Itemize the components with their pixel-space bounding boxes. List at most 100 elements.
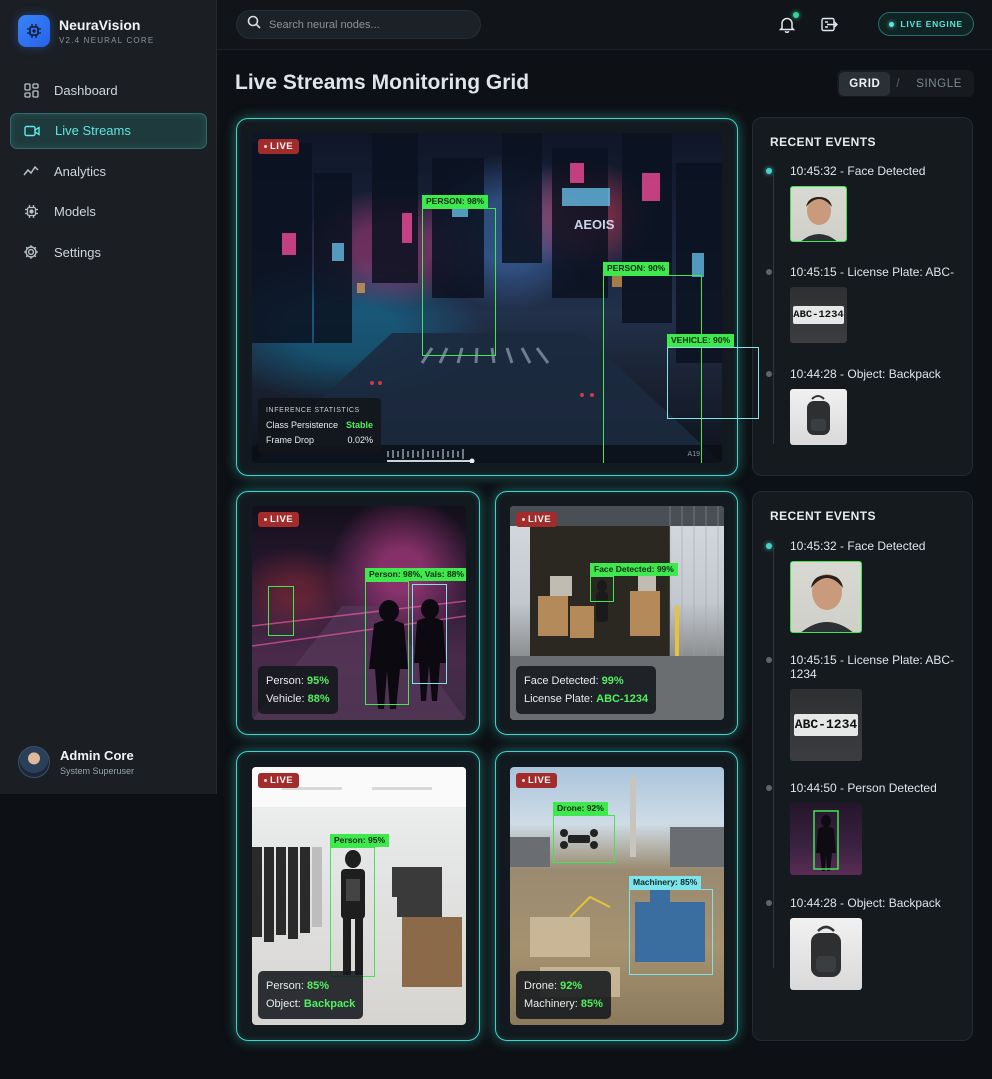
- stream-card-industrial[interactable]: LIVE Drone: 92% Machinery: 85% Drone: 92…: [495, 751, 738, 1041]
- stream-card-main[interactable]: AEOIS LIVE PERSON: 98% PERSON: 90% INFER…: [236, 118, 759, 476]
- event-text: 10:45:32 - Face Detected: [790, 164, 926, 178]
- stream-stats-overlay: Face Detected: 99% License Plate: ABC-12…: [516, 666, 657, 714]
- event-text: 10:44:28 - Object: Backpack: [790, 896, 941, 910]
- timeline-dot: [766, 543, 772, 549]
- sidebar-item-label: Dashboard: [54, 82, 118, 98]
- live-engine-button[interactable]: LIVE ENGINE: [878, 12, 974, 36]
- stat-value: ABC-1234: [596, 693, 649, 705]
- detection-box[interactable]: VEHICLE: 90%: [667, 334, 759, 419]
- stream-feed-industrial: LIVE Drone: 92% Machinery: 85% Drone: 92…: [510, 767, 724, 1025]
- live-badge-label: LIVE: [270, 141, 294, 152]
- license-plate-thumbnail[interactable]: ABC-1234: [790, 287, 847, 343]
- sidebar-item-settings[interactable]: Settings: [10, 234, 207, 270]
- video-icon: [23, 122, 41, 140]
- live-badge-label: LIVE: [528, 775, 552, 786]
- event-item[interactable]: 10:44:28 - Object: Backpack: [766, 896, 960, 990]
- event-text: 10:44:28 - Object: Backpack: [790, 367, 941, 381]
- brand[interactable]: NeuraVision V2.4 NEURAL CORE: [18, 15, 154, 47]
- detection-box[interactable]: Machinery: 85%: [629, 876, 713, 975]
- stream-card-retail[interactable]: LIVE Person: 95% Person: 85% Object: Bac…: [236, 751, 480, 1041]
- exit-feed-icon[interactable]: [819, 14, 839, 34]
- inference-statistics-panel: INFERENCE STATISTICS Class Persistence St…: [258, 398, 381, 453]
- detection-label: VEHICLE: 90%: [667, 334, 735, 347]
- detection-box[interactable]: Drone: 92%: [553, 802, 615, 863]
- live-badge-label: LIVE: [528, 514, 552, 525]
- stat-value: 92%: [560, 980, 583, 992]
- event-item[interactable]: 10:45:32 - Face Detected: [766, 539, 960, 633]
- user-profile[interactable]: Admin Core System Superuser: [18, 746, 134, 778]
- live-dot-icon: [264, 518, 267, 521]
- detection-box[interactable]: PERSON: 98%: [422, 195, 496, 356]
- stat-value: 85%: [580, 998, 603, 1010]
- live-badge: LIVE: [516, 773, 558, 788]
- sidebar-nav: Dashboard Live Streams Analytics Models …: [10, 72, 207, 275]
- event-text: 10:45:15 - License Plate: ABC-: [790, 265, 955, 279]
- sidebar-item-label: Analytics: [54, 163, 107, 179]
- event-item[interactable]: 10:45:15 - License Plate: ABC- ABC-1234: [766, 265, 960, 343]
- live-engine-label: LIVE ENGINE: [900, 19, 963, 29]
- sidebar-item-label: Live Streams: [55, 123, 131, 138]
- sidebar-item-dashboard[interactable]: Dashboard: [10, 72, 207, 108]
- live-badge-label: LIVE: [270, 514, 294, 525]
- avatar: [18, 746, 50, 778]
- live-badge: LIVE: [258, 512, 300, 527]
- notification-dot: [793, 12, 799, 18]
- face-illustration: [801, 574, 853, 632]
- backpack-thumbnail[interactable]: [790, 389, 847, 445]
- brain-chip-icon: [18, 15, 50, 47]
- timeline-dot: [766, 168, 772, 174]
- backpack-thumbnail[interactable]: [790, 918, 862, 990]
- engine-status-dot: [889, 21, 895, 27]
- face-thumbnail[interactable]: [790, 561, 862, 633]
- event-item[interactable]: 10:45:15 - License Plate: ABC-1234 ABC-1…: [766, 653, 960, 761]
- plate-text: ABC-1234: [793, 306, 844, 324]
- event-text: 10:45:15 - License Plate: ABC-1234: [790, 653, 955, 681]
- timeline-dot: [766, 785, 772, 791]
- view-separator: /: [896, 77, 901, 90]
- events-title: RECENT EVENTS: [770, 135, 876, 149]
- face-thumbnail[interactable]: [790, 186, 847, 242]
- live-dot-icon: [522, 518, 525, 521]
- sidebar-item-label: Settings: [54, 244, 101, 260]
- class-persistence-value: Stable: [345, 420, 373, 430]
- sidebar-item-models[interactable]: Models: [10, 194, 207, 230]
- detection-box[interactable]: Person: 95%: [330, 834, 390, 977]
- stream-feed-street: LIVE Person: 98%, Vals: 88% Person: 95% …: [252, 506, 466, 720]
- event-item[interactable]: 10:45:32 - Face Detected: [766, 164, 960, 242]
- search-icon: [247, 15, 261, 34]
- person-thumbnail[interactable]: [790, 803, 862, 875]
- stream-card-street[interactable]: LIVE Person: 98%, Vals: 88% Person: 95% …: [236, 491, 480, 735]
- detection-box[interactable]: Person: 98%, Vals: 88%: [365, 568, 466, 705]
- brand-subtitle: V2.4 NEURAL CORE: [59, 36, 155, 45]
- sidebar-item-live-streams[interactable]: Live Streams: [10, 112, 207, 149]
- stream-feed-city: AEOIS LIVE PERSON: 98% PERSON: 90% INFER…: [252, 133, 722, 463]
- stream-card-warehouse[interactable]: LIVE Face Detected: 99% Face Detected: 9…: [495, 491, 738, 735]
- brand-name: NeuraVision: [59, 17, 141, 33]
- event-item[interactable]: 10:44:50 - Person Detected: [766, 781, 960, 875]
- backpack-icon: [811, 925, 841, 977]
- stat-label: Machinery:: [524, 998, 578, 1010]
- notification-bell-icon[interactable]: [777, 12, 799, 34]
- stat-value: 99%: [601, 675, 624, 687]
- search-input[interactable]: [269, 18, 469, 31]
- events-title: RECENT EVENTS: [770, 509, 876, 523]
- stream-stats-overlay: Person: 85% Object: Backpack: [258, 971, 364, 1019]
- sidebar-item-analytics[interactable]: Analytics: [10, 153, 207, 189]
- class-persistence-label: Class Persistence: [266, 420, 339, 430]
- stat-label: Person:: [266, 980, 304, 992]
- detection-box[interactable]: [412, 584, 447, 684]
- event-item[interactable]: 10:44:28 - Object: Backpack: [766, 367, 960, 445]
- view-grid-button[interactable]: GRID: [839, 71, 891, 96]
- stat-value: 88%: [307, 693, 330, 705]
- stream-stats-overlay: Person: 95% Vehicle: 88%: [258, 666, 338, 714]
- license-plate-thumbnail[interactable]: ABC-1234: [790, 689, 862, 761]
- search-box[interactable]: [236, 10, 481, 39]
- plate-text: ABC-1234: [794, 714, 858, 736]
- gear-icon: [22, 243, 40, 261]
- stat-label: Vehicle:: [266, 693, 305, 705]
- detection-label: Drone: 92%: [553, 802, 608, 815]
- view-single-button[interactable]: SINGLE: [906, 72, 972, 96]
- detection-box[interactable]: [268, 586, 294, 636]
- live-badge: LIVE: [516, 512, 558, 527]
- detection-box[interactable]: Face Detected: 99%: [590, 563, 678, 602]
